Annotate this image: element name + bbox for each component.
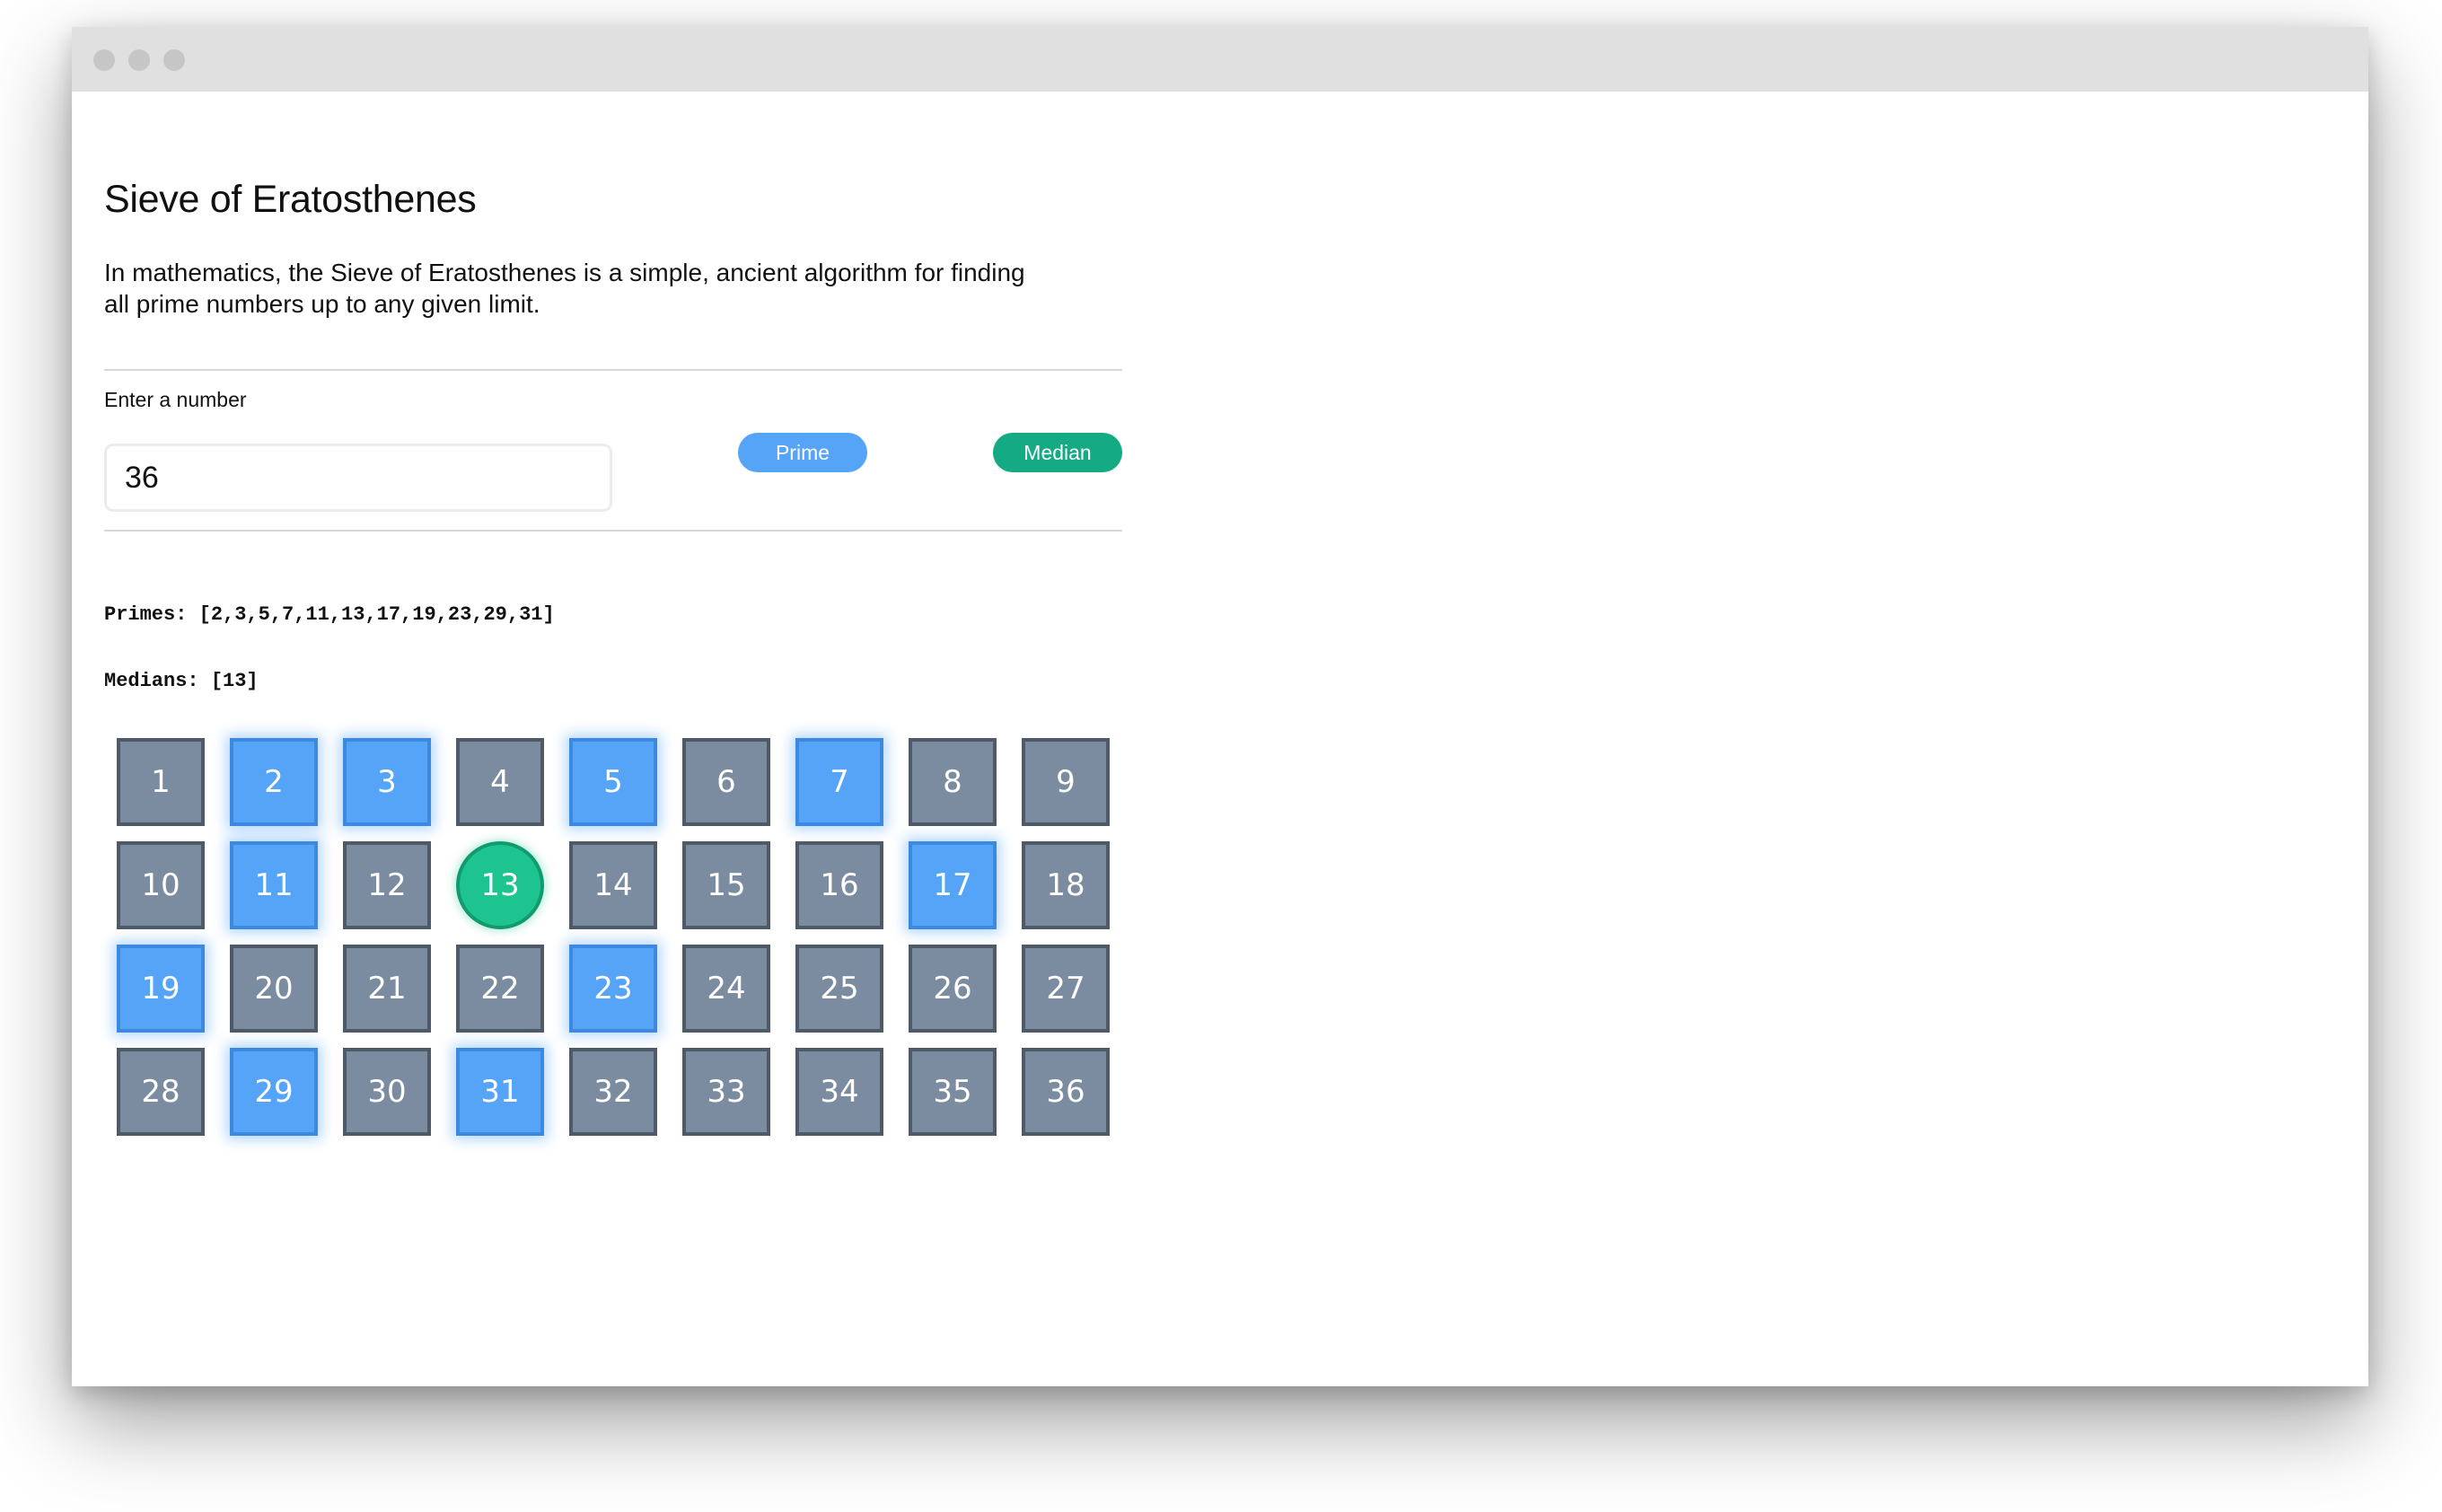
median-button[interactable]: Median <box>993 433 1122 472</box>
minimize-dot[interactable] <box>128 49 150 71</box>
grid-cell-21-composite[interactable]: 21 <box>343 945 431 1033</box>
grid-cell-32-composite[interactable]: 32 <box>569 1048 657 1136</box>
grid-cell-1-composite[interactable]: 1 <box>117 738 205 826</box>
grid-cell-5-prime[interactable]: 5 <box>569 738 657 826</box>
browser-window: Sieve of Eratosthenes In mathematics, th… <box>72 27 2368 1386</box>
grid-cell-8-composite[interactable]: 8 <box>909 738 997 826</box>
grid-cell-6-composite[interactable]: 6 <box>682 738 770 826</box>
grid-cell-11-prime[interactable]: 11 <box>230 841 318 929</box>
grid-cell-22-composite[interactable]: 22 <box>456 945 544 1033</box>
grid-cell-14-composite[interactable]: 14 <box>569 841 657 929</box>
number-input-label: Enter a number <box>104 388 247 411</box>
grid-cell-20-composite[interactable]: 20 <box>230 945 318 1033</box>
grid-cell-31-prime[interactable]: 31 <box>456 1048 544 1136</box>
grid-cell-13-median[interactable]: 13 <box>456 841 544 929</box>
divider-bottom <box>104 530 1122 532</box>
grid-cell-3-prime[interactable]: 3 <box>343 738 431 826</box>
grid-cell-2-prime[interactable]: 2 <box>230 738 318 826</box>
grid-cell-9-composite[interactable]: 9 <box>1022 738 1110 826</box>
grid-cell-18-composite[interactable]: 18 <box>1022 841 1110 929</box>
page-description: In mathematics, the Sieve of Eratosthene… <box>104 259 1025 318</box>
grid-cell-16-composite[interactable]: 16 <box>795 841 883 929</box>
grid-cell-4-composite[interactable]: 4 <box>456 738 544 826</box>
grid-cell-17-prime[interactable]: 17 <box>909 841 997 929</box>
number-input[interactable] <box>104 444 612 512</box>
grid-cell-12-composite[interactable]: 12 <box>343 841 431 929</box>
grid-cell-26-composite[interactable]: 26 <box>909 945 997 1033</box>
grid-cell-27-composite[interactable]: 27 <box>1022 945 1110 1033</box>
grid-cell-28-composite[interactable]: 28 <box>117 1048 205 1136</box>
grid-cell-29-prime[interactable]: 29 <box>230 1048 318 1136</box>
grid-cell-7-prime[interactable]: 7 <box>795 738 883 826</box>
grid-cell-24-composite[interactable]: 24 <box>682 945 770 1033</box>
grid-cell-10-composite[interactable]: 10 <box>117 841 205 929</box>
grid-cell-35-composite[interactable]: 35 <box>909 1048 997 1136</box>
prime-button[interactable]: Prime <box>738 433 867 472</box>
window-titlebar <box>72 27 2368 92</box>
grid-cell-25-composite[interactable]: 25 <box>795 945 883 1033</box>
grid-cell-30-composite[interactable]: 30 <box>343 1048 431 1136</box>
grid-cell-34-composite[interactable]: 34 <box>795 1048 883 1136</box>
primes-output: Primes: [2,3,5,7,11,13,17,19,23,29,31] <box>104 603 555 626</box>
grid-cell-33-composite[interactable]: 33 <box>682 1048 770 1136</box>
maximize-dot[interactable] <box>163 49 185 71</box>
grid-cell-23-prime[interactable]: 23 <box>569 945 657 1033</box>
close-dot[interactable] <box>93 49 115 71</box>
divider-top <box>104 369 1122 371</box>
grid-cell-36-composite[interactable]: 36 <box>1022 1048 1110 1136</box>
grid-cell-15-composite[interactable]: 15 <box>682 841 770 929</box>
medians-output: Medians: [13] <box>104 670 259 692</box>
grid-cell-19-prime[interactable]: 19 <box>117 945 205 1033</box>
page-title: Sieve of Eratosthenes <box>104 178 477 221</box>
